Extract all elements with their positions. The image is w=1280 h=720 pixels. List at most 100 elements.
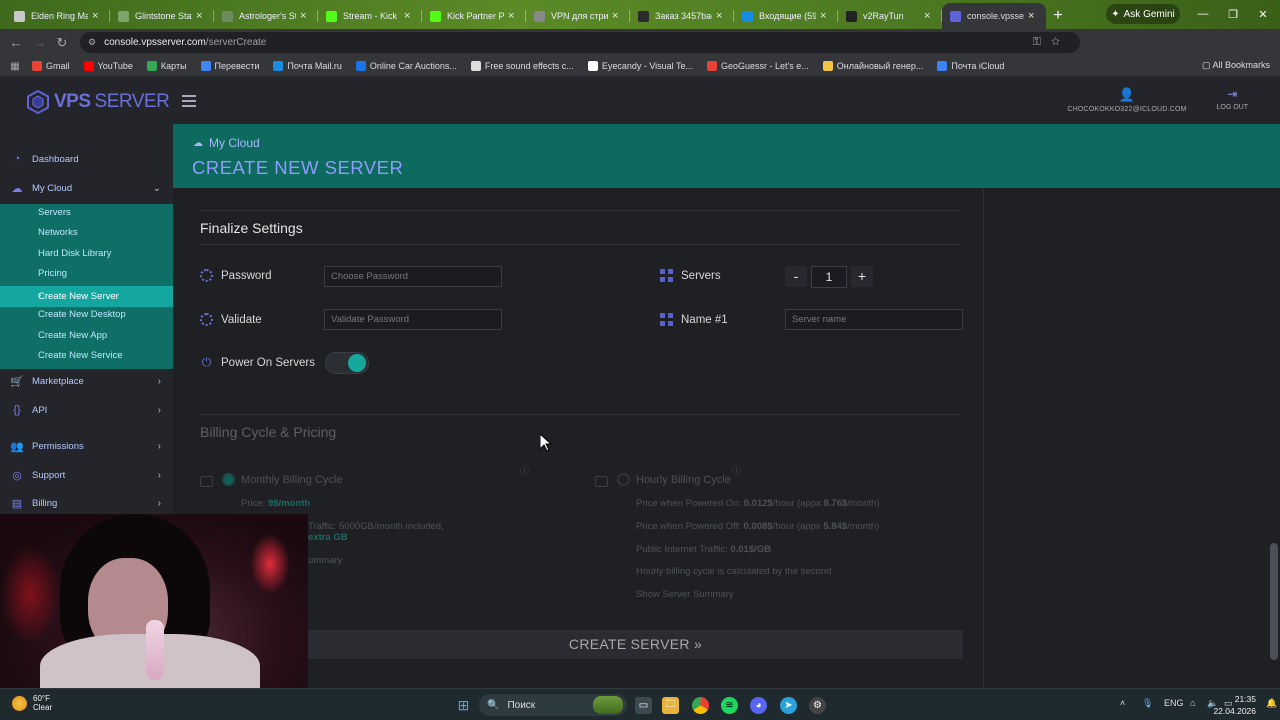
apps-grid-icon[interactable]: ▦ [8,61,22,72]
site-info-icon[interactable]: ⚙ [88,37,96,48]
monthly-billing-radio[interactable] [222,473,235,486]
bookmark-favicon-icon [822,61,833,71]
chrome-icon[interactable] [692,697,709,714]
windows-start-icon[interactable]: ⊞ [455,697,472,714]
browser-tab[interactable]: Заказ 3457bae8× [630,3,734,29]
microphone-tray-icon[interactable]: 🎙 [1142,698,1153,709]
sidebar-item-permissions[interactable]: 👥 Permissions › [0,435,173,457]
sidebar-item-billing[interactable]: ▤ Billing › [0,492,173,514]
browser-tab[interactable]: VPN для стрим× [526,3,630,29]
browser-tab[interactable]: Glintstone Staff × [110,3,214,29]
weather-widget[interactable]: 60°F Clear [12,694,52,712]
validate-icon [200,313,213,326]
password-input[interactable]: Choose Password [324,266,502,287]
network-icon[interactable]: ⌂ [1190,698,1195,708]
bookmark-item[interactable]: GeoGuessr - Let's e... [707,61,809,71]
browser-tab[interactable]: Kick Partner Pro× [422,3,526,29]
sidebar-item-servers[interactable]: Servers [38,207,71,218]
browser-tab[interactable]: v2RayTun × [838,3,942,29]
close-tab-icon[interactable]: × [1028,10,1038,22]
sidebar-item-create-new-app[interactable]: Create New App [38,330,107,341]
reload-button[interactable]: ↻ [50,35,74,51]
telegram-icon[interactable]: ➤ [780,697,797,714]
breadcrumb[interactable]: ☁ My Cloud [193,136,260,150]
vpsserver-logo[interactable]: VPS SERVER [26,90,170,114]
browser-tab[interactable]: Входящие (593 × [734,3,838,29]
help-icon[interactable]: ⓘ [732,463,742,477]
monthly-show-summary-link[interactable]: ummary [308,555,342,566]
bookmark-item[interactable]: YouTube [83,61,133,71]
close-tab-icon[interactable]: × [924,10,934,22]
forward-button[interactable]: → [28,35,52,50]
back-button[interactable]: ← [4,35,28,50]
task-view-icon[interactable]: ▭ [635,697,652,714]
user-account[interactable]: 👤 CHOCOKOKKO322@ICLOUD.COM [1062,87,1192,113]
bookmark-item[interactable]: Free sound effects c... [470,61,574,71]
bookmark-item[interactable]: Перевести [200,61,259,71]
sidebar-item-marketplace[interactable]: 🛒 Marketplace › [0,370,173,392]
steam-icon[interactable]: ⚙ [809,697,826,714]
server-name-input[interactable]: Server name [785,309,963,330]
browser-tab[interactable]: console.vpsserv× [942,3,1046,29]
bookmark-favicon-icon [707,61,718,71]
sidebar-item-create-new-server[interactable]: Create New Server › [0,286,173,307]
validate-password-input[interactable]: Validate Password [324,309,502,330]
close-tab-icon[interactable]: × [612,10,622,22]
ask-gemini-button[interactable]: ✦ Ask Gemini [1106,4,1180,24]
servers-increment-button[interactable]: + [851,266,873,287]
close-tab-icon[interactable]: × [196,10,206,22]
close-tab-icon[interactable]: × [404,10,414,22]
bookmark-item[interactable]: Почта Mail.ru [273,61,342,71]
servers-count-input[interactable]: 1 [811,266,847,288]
file-explorer-icon[interactable]: 🗀 [662,697,679,714]
bookmark-item[interactable]: Карты [146,61,187,71]
bookmark-star-icon[interactable]: ⚿☆ [1033,36,1070,49]
sidebar-item-my-cloud[interactable]: ☁ My Cloud ⌄ [0,177,173,199]
discord-icon[interactable]: ◕ [750,697,767,714]
hourly-billing-radio[interactable] [617,473,630,486]
hamburger-menu-icon[interactable] [182,95,196,110]
validate-label: Validate [200,313,262,326]
help-icon[interactable]: ⓘ [520,463,530,477]
minimize-button[interactable]: — [1188,0,1218,28]
servers-decrement-button[interactable]: - [785,266,807,287]
close-window-button[interactable]: ✕ [1248,0,1278,28]
sidebar-item-api[interactable]: {} API › [0,399,173,421]
bookmark-item[interactable]: Онлайновый генер... [822,61,923,71]
sidebar-item-create-new-service[interactable]: Create New Service [38,350,122,361]
bookmark-item[interactable]: Online Car Auctions... [355,61,457,71]
bookmark-item[interactable]: Gmail [32,61,70,71]
close-tab-icon[interactable]: × [508,10,518,22]
browser-tab[interactable]: Astrologer's Sta × [214,3,318,29]
tray-expand-icon[interactable]: ˄ [1120,698,1125,708]
all-bookmarks-button[interactable]: ▢ All Bookmarks [1202,60,1270,71]
sidebar-item-networks[interactable]: Networks [38,227,78,238]
close-tab-icon[interactable]: × [300,10,310,22]
sidebar-item-dashboard[interactable]: ◔ Dashboard [0,148,173,170]
sidebar-item-pricing[interactable]: Pricing [38,268,67,279]
scrollbar-thumb[interactable] [1270,543,1278,660]
new-tab-button[interactable]: + [1046,3,1070,29]
taskbar-clock[interactable]: 21:35 22.04.2026 [1213,693,1256,717]
spotify-icon[interactable]: ≋ [721,697,738,714]
browser-tab[interactable]: Stream - Kick D × [318,3,422,29]
bookmark-item[interactable]: Почта iCloud [937,61,1004,71]
logout-button[interactable]: ⇥ LOG OUT [1216,87,1248,111]
notification-icon[interactable]: 🔔 [1266,698,1277,709]
browser-tab[interactable]: Elden Ring Map× [6,3,110,29]
create-server-button[interactable]: CREATE SERVER » [308,630,963,659]
bookmark-item[interactable]: Eyecandy - Visual Te... [587,61,693,71]
show-server-summary-link[interactable]: Show Server Summary [636,589,734,600]
url-input[interactable]: ⚙ console.vpsserver.com/serverCreate ⚿☆ [80,32,1080,53]
power-on-toggle[interactable] [325,352,369,374]
language-indicator[interactable]: ENG [1164,698,1184,708]
maximize-button[interactable]: ❐ [1218,0,1248,28]
close-tab-icon[interactable]: × [820,10,830,22]
sidebar-item-hard-disk-library[interactable]: Hard Disk Library [38,248,111,259]
close-tab-icon[interactable]: × [92,10,102,22]
close-tab-icon[interactable]: × [716,10,726,22]
staff-icon [118,10,129,22]
sidebar-item-create-new-desktop[interactable]: Create New Desktop [38,309,126,320]
taskbar-search[interactable]: 🔍 Поиск [479,694,627,716]
sidebar-item-support[interactable]: ◎ Support › [0,464,173,486]
